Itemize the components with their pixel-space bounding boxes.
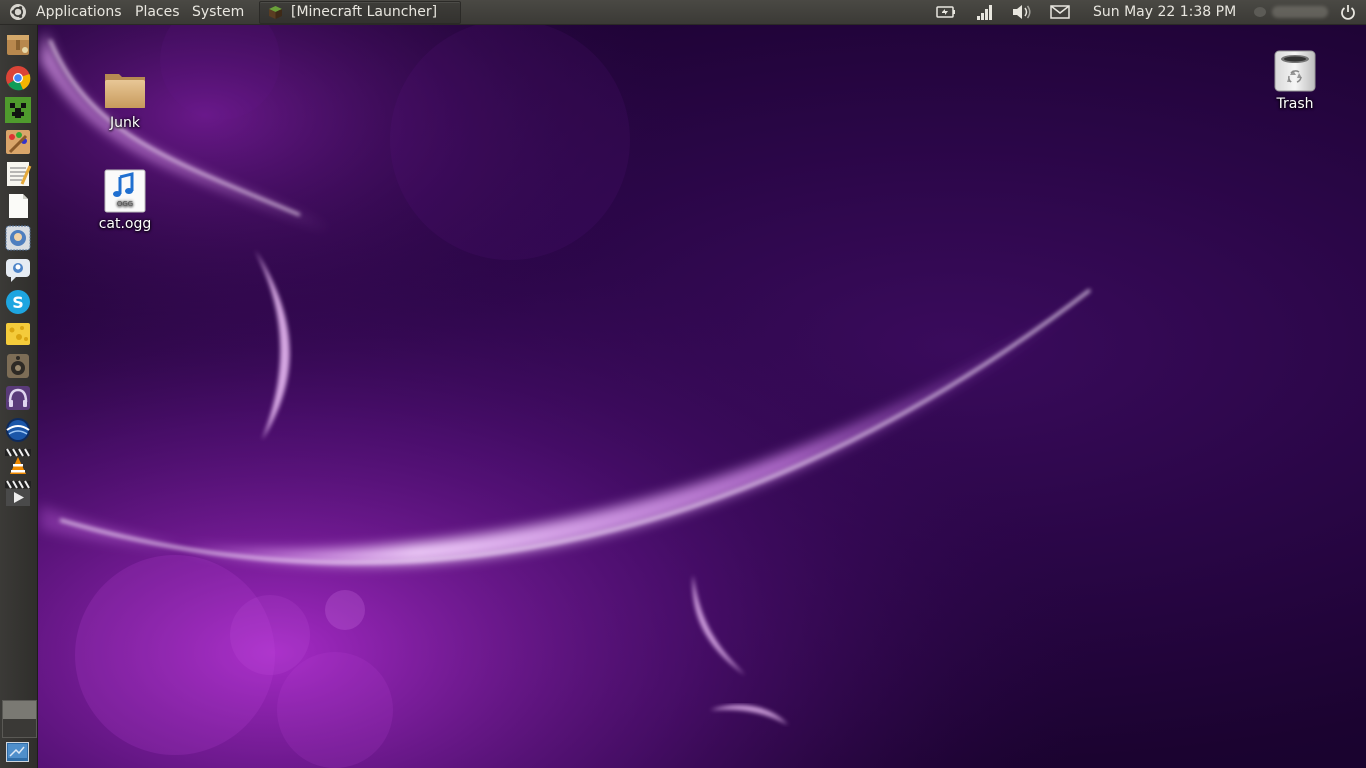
network-icon[interactable] (976, 4, 994, 20)
chat-icon[interactable] (4, 256, 32, 284)
mail-icon[interactable] (1050, 4, 1070, 20)
mail-client-icon[interactable] (4, 224, 32, 252)
document-icon[interactable] (4, 192, 32, 220)
minecraft-launcher-icon (269, 6, 282, 19)
power-icon[interactable] (1339, 3, 1357, 21)
desktop-icon-label: Trash (1276, 96, 1314, 112)
user-status-icon[interactable] (1253, 6, 1267, 18)
wallpaper (0, 0, 1366, 768)
svg-text:S: S (12, 293, 24, 312)
file-type-badge: OGG (117, 200, 133, 208)
minecraft-icon[interactable] (4, 96, 32, 124)
chrome-icon[interactable] (4, 64, 32, 92)
desktop-icon-cat-ogg[interactable]: OGG cat.ogg (85, 169, 165, 232)
paint-icon[interactable] (4, 128, 32, 156)
system-menu[interactable]: System (192, 0, 244, 24)
cheese-icon[interactable] (4, 320, 32, 348)
speaker-icon[interactable] (4, 352, 32, 380)
headphones-icon[interactable] (4, 384, 32, 412)
launcher-drop-slot[interactable] (2, 700, 37, 738)
desktop: Applications Places System [Minecraft La… (0, 0, 1366, 768)
video-player-icon[interactable] (4, 480, 32, 508)
text-editor-icon[interactable] (4, 160, 32, 188)
globe-icon[interactable] (4, 416, 32, 444)
battery-icon[interactable] (936, 4, 956, 20)
vlc-icon[interactable] (4, 448, 32, 476)
audio-file-icon: OGG (104, 169, 146, 213)
places-menu[interactable]: Places (135, 0, 180, 24)
desktop-icon-trash[interactable]: Trash (1255, 49, 1335, 112)
desktop-icon-label: cat.ogg (98, 216, 152, 232)
folder-icon (105, 74, 145, 108)
show-desktop-icon[interactable] (6, 742, 29, 762)
user-name-blurred[interactable] (1272, 6, 1328, 18)
taskbar-window-button[interactable]: [Minecraft Launcher] (259, 1, 461, 24)
desktop-icon-label: Junk (110, 115, 140, 131)
skype-icon[interactable]: S (4, 288, 32, 316)
launcher: S (0, 25, 38, 768)
applications-menu[interactable]: Applications (36, 0, 122, 24)
archive-manager-icon[interactable] (4, 30, 32, 58)
desktop-icon-junk[interactable]: Junk (85, 68, 165, 131)
top-panel: Applications Places System [Minecraft La… (0, 0, 1366, 25)
volume-icon[interactable] (1012, 4, 1032, 20)
clock[interactable]: Sun May 22 1:38 PM (1093, 0, 1236, 24)
ubuntu-logo-icon[interactable] (9, 3, 27, 21)
taskbar-window-label: [Minecraft Launcher] (291, 4, 438, 20)
trash-icon (1274, 50, 1316, 92)
